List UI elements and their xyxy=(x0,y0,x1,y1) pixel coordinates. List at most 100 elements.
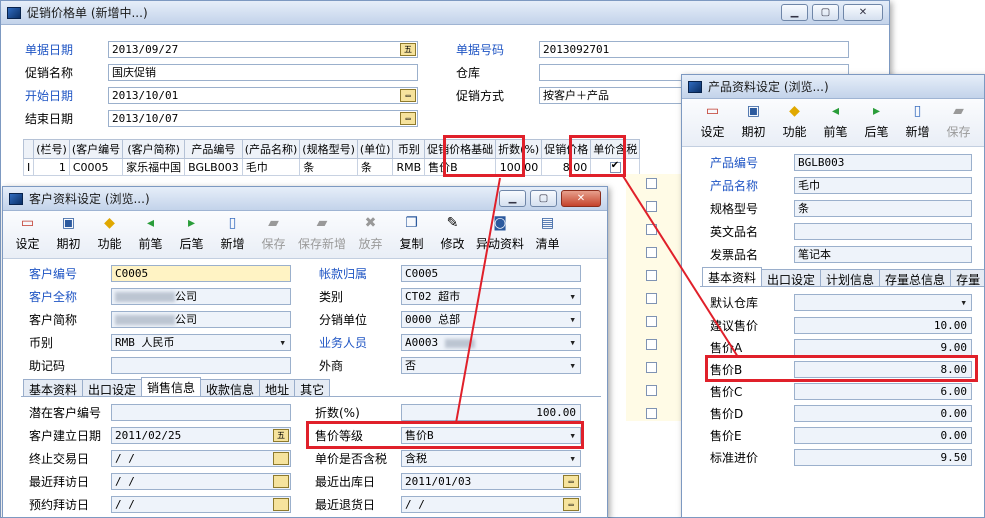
grid-header[interactable]: (单位) xyxy=(356,139,394,159)
next-button[interactable]: ▸ 后笔 xyxy=(171,214,212,252)
history-button[interactable]: ◙ 异动资料 xyxy=(473,214,527,252)
calendar-icon[interactable] xyxy=(273,452,289,465)
tab-sales[interactable]: 销售信息 xyxy=(141,377,202,397)
maximize-button[interactable]: ▢ xyxy=(812,4,839,21)
grid-header[interactable]: (栏号) xyxy=(33,139,70,159)
product-code-field[interactable]: BGLB003 xyxy=(794,154,972,171)
tab-export[interactable]: 出口设定 xyxy=(761,269,822,287)
checkbox[interactable] xyxy=(646,316,657,327)
calendar-icon[interactable]: ▭ xyxy=(563,498,579,511)
new-button[interactable]: ▯ 新增 xyxy=(897,102,938,140)
recent-visit-field[interactable]: / / xyxy=(111,473,291,490)
price-field[interactable]: 9.50 xyxy=(794,449,972,466)
prev-button[interactable]: ◂ 前笔 xyxy=(815,102,856,140)
calendar-icon[interactable] xyxy=(273,475,289,488)
price-field[interactable]: 0.00 xyxy=(794,427,972,444)
checkbox[interactable] xyxy=(646,339,657,350)
tab-basic[interactable]: 基本资料 xyxy=(23,379,84,397)
calendar-icon[interactable]: ▭ xyxy=(400,89,416,102)
tab-export[interactable]: 出口设定 xyxy=(82,379,143,397)
close-button[interactable]: ✕ xyxy=(843,4,883,21)
bill-date-field[interactable]: 2013/09/27 五 xyxy=(108,41,418,58)
prev-button[interactable]: ◂ 前笔 xyxy=(130,214,171,252)
price-level-select[interactable]: 售价B xyxy=(401,427,581,444)
invoice-name-field[interactable]: 笔记本 xyxy=(794,246,972,263)
customer-code-field[interactable]: C0005 xyxy=(111,265,291,282)
grid-header[interactable]: (客户编号 xyxy=(68,139,124,159)
tab-address[interactable]: 地址 xyxy=(259,379,296,397)
grid-header[interactable]: 促销价格 xyxy=(541,139,592,159)
edit-button[interactable]: ✎ 修改 xyxy=(432,214,473,252)
checkbox[interactable] xyxy=(646,385,657,396)
grid-header[interactable]: 单价含税 xyxy=(590,139,641,159)
grid-header[interactable]: (客户简称) xyxy=(122,139,186,159)
price-field[interactable]: 10.00 xyxy=(794,317,972,334)
fullname-field[interactable]: 公司 xyxy=(111,288,291,305)
en-name-field[interactable] xyxy=(794,223,972,240)
checkbox[interactable] xyxy=(646,293,657,304)
save-button[interactable]: ▰ 保存 xyxy=(253,214,294,252)
appt-field[interactable]: / / xyxy=(111,496,291,513)
checkbox[interactable] xyxy=(646,247,657,258)
price-field[interactable]: 0.00 xyxy=(794,405,972,422)
tab-basic[interactable]: 基本资料 xyxy=(702,267,763,287)
default-warehouse-select[interactable] xyxy=(794,294,972,311)
save-new-button[interactable]: ▰ 保存新增 xyxy=(294,214,350,252)
checkbox[interactable] xyxy=(646,201,657,212)
shortname-field[interactable]: 公司 xyxy=(111,311,291,328)
next-button[interactable]: ▸ 后笔 xyxy=(856,102,897,140)
calendar-icon[interactable]: 五 xyxy=(273,429,289,442)
checkbox[interactable] xyxy=(646,408,657,419)
maximize-button[interactable]: ▢ xyxy=(530,190,557,207)
grid-header[interactable]: 产品编号 xyxy=(184,139,243,159)
tab-stock[interactable]: 存量 xyxy=(950,269,984,287)
tax-select[interactable]: 含税 xyxy=(401,450,581,467)
opening-button[interactable]: ▣ 期初 xyxy=(733,102,774,140)
memo-field[interactable] xyxy=(111,357,291,374)
sales-select[interactable]: A0003 xyxy=(401,334,581,351)
start-date-field[interactable]: 2013/10/01 ▭ xyxy=(108,87,418,104)
currency-select[interactable]: RMB 人民币 xyxy=(111,334,291,351)
function-button[interactable]: ◆ 功能 xyxy=(774,102,815,140)
settings-button[interactable]: ▭ 设定 xyxy=(7,214,48,252)
minimize-button[interactable]: ▁ xyxy=(499,190,526,207)
opening-button[interactable]: ▣ 期初 xyxy=(48,214,89,252)
grid-header[interactable]: 促销价格基础 xyxy=(424,139,497,159)
tab-other[interactable]: 其它 xyxy=(294,379,331,397)
settings-button[interactable]: ▭ 设定 xyxy=(692,102,733,140)
discount-field[interactable]: 100.00 xyxy=(401,404,581,421)
new-button[interactable]: ▯ 新增 xyxy=(212,214,253,252)
table-row[interactable]: I 1 C0005 家乐福中国 BGLB003 毛巾 条 条 RMB 售价B 1… xyxy=(22,158,641,176)
tab-plan[interactable]: 计划信息 xyxy=(820,269,881,287)
tab-stock-total[interactable]: 存量总信息 xyxy=(879,269,952,287)
customer-titlebar[interactable]: 客户资料设定 (浏览...) ▁ ▢ ✕ xyxy=(3,187,607,211)
created-field[interactable]: 2011/02/25 五 xyxy=(111,427,291,444)
copy-button[interactable]: ❐ 复制 xyxy=(391,214,432,252)
discard-button[interactable]: ✖ 放弃 xyxy=(350,214,391,252)
calendar-icon[interactable]: ▭ xyxy=(400,112,416,125)
calendar-icon[interactable] xyxy=(273,498,289,511)
minimize-button[interactable]: ▁ xyxy=(781,4,808,21)
potential-field[interactable] xyxy=(111,404,291,421)
price-field[interactable]: 6.00 xyxy=(794,383,972,400)
calendar-icon[interactable]: ▭ xyxy=(563,475,579,488)
foreign-select[interactable]: 否 xyxy=(401,357,581,374)
product-titlebar[interactable]: 产品资料设定 (浏览...) xyxy=(682,75,984,99)
promo-name-field[interactable]: 国庆促销 xyxy=(108,64,418,81)
grid-header[interactable]: 折数(%) xyxy=(495,139,543,159)
category-select[interactable]: CT02 超市 xyxy=(401,288,581,305)
recent-ship-field[interactable]: 2011/01/03 ▭ xyxy=(401,473,581,490)
tab-payment[interactable]: 收款信息 xyxy=(200,379,261,397)
grid-header[interactable]: 币别 xyxy=(392,139,426,159)
list-button[interactable]: ▤ 清单 xyxy=(527,214,568,252)
promo-titlebar[interactable]: 促销价格单 (新增中...) ▁ ▢ ✕ xyxy=(1,1,889,25)
save-button[interactable]: ▰ 保存 xyxy=(938,102,979,140)
function-button[interactable]: ◆ 功能 xyxy=(89,214,130,252)
recent-return-field[interactable]: / / ▭ xyxy=(401,496,581,513)
close-button[interactable]: ✕ xyxy=(561,190,601,207)
bill-no-field[interactable]: 2013092701 xyxy=(539,41,849,58)
checkbox[interactable] xyxy=(646,178,657,189)
price-field[interactable]: 8.00 xyxy=(794,361,972,378)
checkbox[interactable] xyxy=(646,224,657,235)
branch-select[interactable]: 0000 总部 xyxy=(401,311,581,328)
